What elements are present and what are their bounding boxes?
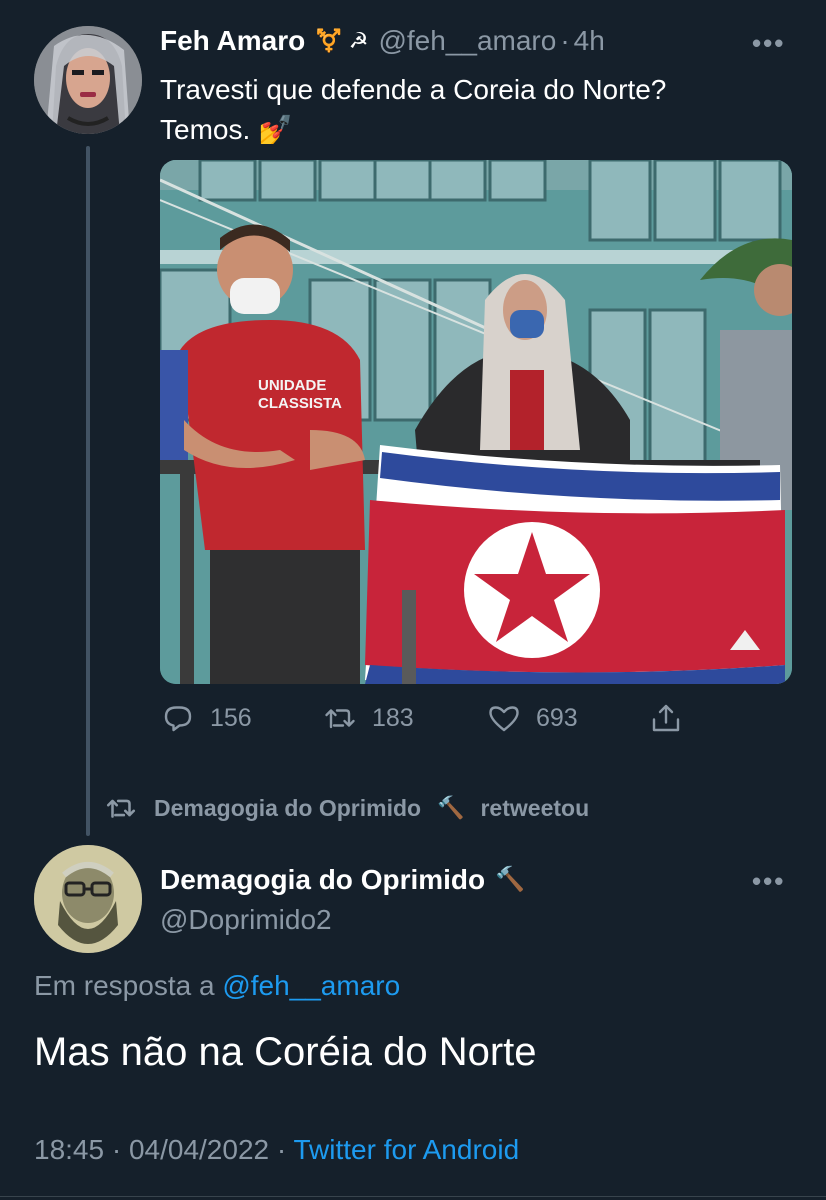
share-icon	[652, 704, 680, 732]
tweet-more-icon[interactable]: •••	[752, 30, 785, 56]
tweet-text: Travesti que defende a Coreia do Norte? …	[160, 70, 666, 150]
retweeter-name: Demagogia do Oprimido	[154, 794, 422, 821]
share-action[interactable]	[648, 700, 684, 736]
author-handle[interactable]: @feh__amaro	[378, 25, 556, 57]
reply-author-handle[interactable]: @Doprimido2	[160, 900, 525, 940]
header-separator: ·	[560, 25, 570, 56]
reply-avatar-portrait-image	[34, 845, 142, 953]
tweet-text-line1: Travesti que defende a Coreia do Norte?	[160, 74, 667, 105]
like-action[interactable]: 693	[486, 700, 578, 736]
retweet-notice-icon	[106, 799, 136, 818]
reply-hammer-emoji: 🔨	[495, 866, 526, 893]
retweeted-label: retweetou	[480, 794, 590, 821]
like-count: 693	[536, 703, 578, 732]
heart-icon	[489, 706, 519, 732]
thread-connector-line	[86, 146, 90, 836]
author-avatar[interactable]	[34, 26, 142, 134]
svg-text:CLASSISTA: CLASSISTA	[258, 395, 342, 412]
retweet-icon	[325, 709, 355, 729]
author-name[interactable]: Feh Amaro	[160, 25, 305, 57]
reply-author-name[interactable]: Demagogia do Oprimido	[160, 860, 485, 900]
reply-timestamp[interactable]: 18:45 · 04/04/2022	[34, 1134, 269, 1165]
client-link[interactable]: Twitter for Android	[293, 1134, 519, 1165]
reply-text: Mas não na Coréia do Norte	[34, 1030, 537, 1074]
reply-author-avatar[interactable]	[34, 845, 142, 953]
retweet-action[interactable]: 183	[322, 700, 414, 736]
reply-icon	[164, 706, 192, 732]
author-badge-emoji: ⚧️ ☭	[315, 28, 369, 53]
rally-photo-image: UNIDADE CLASSISTA	[160, 160, 792, 684]
avatar-portrait-image	[34, 26, 142, 134]
tweet-time[interactable]: 4h	[574, 25, 605, 57]
reply-count: 156	[210, 703, 252, 732]
in-reply-handle-link[interactable]: @feh__amaro	[222, 970, 400, 1001]
hammer-emoji: 🔨	[437, 795, 465, 820]
reply-meta: 18:45 · 04/04/2022 · Twitter for Android	[34, 1130, 519, 1170]
nail-polish-emoji: 💅	[258, 114, 293, 145]
retweet-count: 183	[372, 703, 414, 732]
reply-more-icon[interactable]: •••	[752, 868, 785, 894]
in-reply-prefix: Em resposta a	[34, 970, 215, 1001]
tweet-header: Feh Amaro ⚧️ ☭ @feh__amaro · 4h	[160, 22, 605, 60]
reply-action[interactable]: 156	[160, 700, 252, 736]
svg-text:UNIDADE: UNIDADE	[258, 377, 326, 394]
reply-author: Demagogia do Oprimido 🔨 @Doprimido2	[160, 860, 525, 940]
in-reply-to: Em resposta a @feh__amaro	[34, 966, 400, 1006]
tweet-text-line2: Temos.	[160, 114, 251, 145]
bottom-divider	[0, 1196, 826, 1197]
tweet-photo[interactable]: UNIDADE CLASSISTA	[160, 160, 792, 684]
meta-dot: ·	[276, 1134, 287, 1165]
retweet-notice[interactable]: Demagogia do Oprimido 🔨 retweetou	[104, 788, 589, 828]
